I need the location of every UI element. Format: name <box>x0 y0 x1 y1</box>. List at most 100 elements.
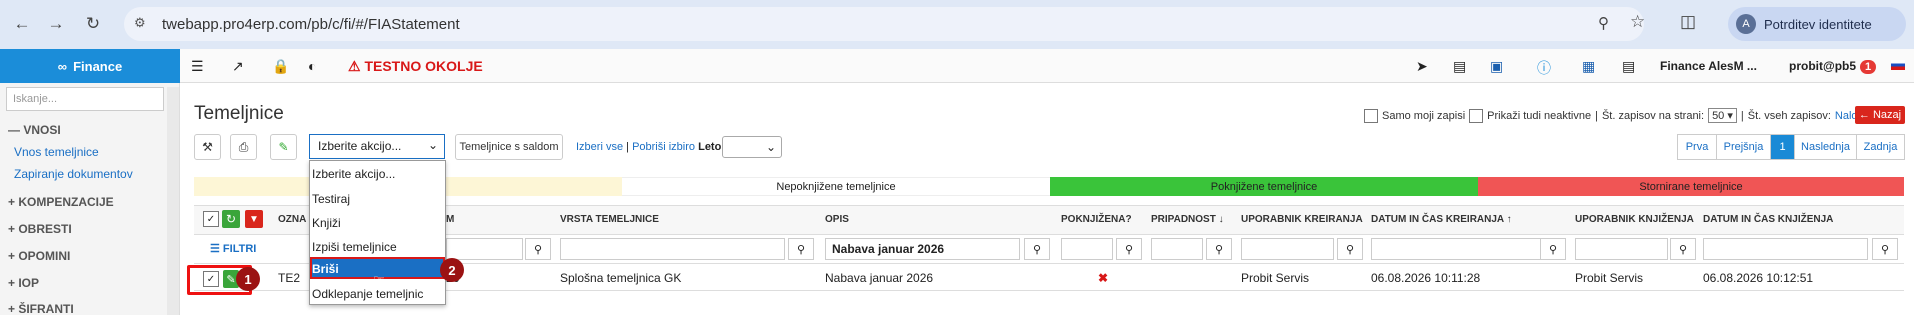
dropdown-item[interactable]: Izpiši temeljnice <box>312 240 397 254</box>
sidebar-section-kompenzacije[interactable]: + KOMPENZACIJE <box>8 195 114 209</box>
prikazi-neaktivne-checkbox[interactable] <box>1469 108 1484 123</box>
samo-moji-checkbox[interactable] <box>1364 108 1378 123</box>
col-uporabnik-kreiranja[interactable]: UPORABNIK KREIRANJA <box>1241 214 1363 225</box>
search-icon[interactable]: ⚲ <box>1337 238 1363 260</box>
year-select[interactable]: ⌄ <box>722 136 782 158</box>
filter-poknjizena-input[interactable] <box>1061 238 1113 260</box>
sidebar-scrollbar[interactable] <box>167 87 179 315</box>
page-current[interactable]: 1 <box>1770 134 1795 160</box>
bookmark-star-icon[interactable]: ☆ <box>1630 12 1645 32</box>
info-icon[interactable]: ⓘ <box>1537 58 1551 78</box>
sidebar-section-sifranti[interactable]: + ŠIFRANTI <box>8 302 74 316</box>
page-title: Temeljnice <box>194 103 284 124</box>
forward-arrow-icon[interactable]: → <box>42 10 70 38</box>
filter-datum-knjizenja-input[interactable] <box>1703 238 1868 260</box>
print-icon[interactable]: ⎙ <box>230 134 257 160</box>
window-icon[interactable]: ▣ <box>1490 58 1503 75</box>
cursor-icon: ☞ <box>373 272 385 287</box>
search-icon[interactable]: ⚲ <box>1670 238 1696 260</box>
page-prev[interactable]: Prejšnja <box>1716 134 1771 160</box>
status-band-cancelled[interactable]: Stornirane temeljnice <box>1478 177 1904 196</box>
wrench-icon[interactable]: ⚒ <box>194 134 221 160</box>
search-icon[interactable]: ⚲ <box>1116 238 1142 260</box>
menu-icon[interactable]: ☰ <box>191 58 204 75</box>
zoom-icon[interactable]: ⚲ <box>1598 14 1609 32</box>
sidebar-section-iop[interactable]: + IOP <box>8 276 39 290</box>
page-first[interactable]: Prva <box>1677 134 1717 160</box>
filter-button[interactable]: ☰ FILTRI <box>210 242 256 255</box>
filter-naziv-input[interactable] <box>446 238 523 260</box>
search-icon[interactable]: ⚲ <box>1872 238 1898 260</box>
col-datum-kreiranja[interactable]: DATUM IN ČAS KREIRANJA ↑ <box>1371 214 1512 225</box>
col-datum-knjizenja[interactable]: DATUM IN ČAS KNJIŽENJA <box>1703 214 1833 225</box>
lock-icon[interactable]: 🔒 <box>272 58 289 75</box>
per-page-label: Št. zapisov na strani: <box>1601 109 1705 122</box>
site-info-icon[interactable]: ⚙ <box>134 15 146 31</box>
back-button[interactable]: ← Nazaj <box>1855 106 1905 124</box>
dropdown-item[interactable]: Knjiži <box>312 216 341 230</box>
status-band-unposted[interactable]: Nepoknjižene temeljnice <box>622 177 1050 196</box>
cell-uporabnik-knjizenja: Probit Servis <box>1575 271 1644 285</box>
flag-icon[interactable] <box>1891 60 1905 70</box>
search-icon[interactable]: ⚲ <box>525 238 551 260</box>
search-icon[interactable]: ⚲ <box>1024 238 1050 260</box>
sidebar-search-input[interactable]: Iskanje... <box>6 87 164 111</box>
identity-button[interactable]: A Potrditev identitete <box>1728 7 1906 41</box>
col-naziv[interactable]: M <box>446 214 454 225</box>
filter-opis-input[interactable]: Nabava januar 2026 <box>825 238 1020 260</box>
section-label: OPOMINI <box>18 249 71 263</box>
section-label: VNOSI <box>23 123 61 137</box>
user-menu[interactable]: probit@pb5 1 <box>1789 59 1877 74</box>
filter-pripadnost-input[interactable] <box>1151 238 1203 260</box>
dropdown-item[interactable]: Odklepanje temeljnic <box>312 287 423 301</box>
filter-uporabnik-kreiranja-input[interactable] <box>1241 238 1334 260</box>
per-page-select[interactable]: 50 ▾ <box>1708 108 1737 123</box>
sidebar-item-zapiranje-dokumentov[interactable]: Zapiranje dokumentov <box>14 167 133 181</box>
send-icon[interactable]: ➤ <box>1416 58 1428 75</box>
url-text: twebapp.pro4erp.com/pb/c/fi/#/FIAStateme… <box>162 16 460 33</box>
filter-uporabnik-knjizenja-input[interactable] <box>1575 238 1668 260</box>
company-selector[interactable]: Finance AlesM ... <box>1660 59 1757 73</box>
select-all-link[interactable]: Izberi vse <box>576 141 623 153</box>
external-link-icon[interactable]: ↗ <box>232 58 244 75</box>
col-uporabnik-knjizenja[interactable]: UPORABNIK KNJIŽENJA <box>1575 214 1694 225</box>
sidebar-section-vnosi[interactable]: — VNOSI <box>8 123 61 137</box>
clear-selection-link[interactable]: Pobriši izbiro <box>632 141 695 153</box>
page-next[interactable]: Naslednja <box>1794 134 1857 160</box>
sidebar-section-opomini[interactable]: + OPOMINI <box>8 249 70 263</box>
register-icon[interactable]: ▤ <box>1453 58 1466 75</box>
reload-icon[interactable]: ↻ <box>79 10 107 38</box>
filter-vrsta-input[interactable] <box>560 238 785 260</box>
step-marker-2: 2 <box>440 258 464 282</box>
refresh-icon[interactable]: ↻ <box>222 210 240 228</box>
col-pripadnost-label: PRIPADNOST <box>1151 214 1216 225</box>
app-brand[interactable]: ∞ Finance <box>0 49 180 83</box>
contrast-icon[interactable]: ◐ <box>308 58 316 74</box>
col-pripadnost[interactable]: PRIPADNOST ↓ <box>1151 214 1224 225</box>
dropdown-item[interactable]: Testiraj <box>312 192 350 206</box>
action-select[interactable]: Izberite akcijo... ⌄ <box>309 134 445 159</box>
search-icon[interactable]: ⚲ <box>1540 238 1566 260</box>
dropdown-item[interactable]: Izberite akcijo... <box>312 167 395 181</box>
back-arrow-icon[interactable]: ← <box>8 10 36 38</box>
search-icon[interactable]: ⚲ <box>788 238 814 260</box>
col-poknjizena[interactable]: POKNJIŽENA? <box>1061 214 1132 225</box>
filter-datum-kreiranja-input[interactable] <box>1371 238 1566 260</box>
filter-icon[interactable]: ▼ <box>245 210 263 228</box>
page-last[interactable]: Zadnja <box>1856 134 1905 160</box>
status-band-posted[interactable]: Poknjižene temeljnice <box>1050 177 1478 196</box>
search-icon[interactable]: ⚲ <box>1206 238 1232 260</box>
book-icon[interactable]: ▦ <box>1582 58 1595 75</box>
extensions-icon[interactable]: ◫ <box>1680 12 1696 32</box>
document-icon[interactable]: ▤ <box>1622 58 1635 75</box>
saldo-button[interactable]: Temeljnice s saldom <box>455 134 563 160</box>
sidebar-section-obresti[interactable]: + OBRESTI <box>8 222 72 236</box>
chevron-down-icon: ⌄ <box>427 138 438 152</box>
col-oznaka[interactable]: OZNA <box>278 214 306 225</box>
col-opis[interactable]: OPIS <box>825 214 849 225</box>
cell-opis: Nabava januar 2026 <box>825 271 934 285</box>
sidebar-item-vnos-temeljnice[interactable]: Vnos temeljnice <box>14 145 99 159</box>
select-all-checkbox[interactable]: ✓ <box>203 211 219 227</box>
edit-icon[interactable]: ✎ <box>270 134 297 160</box>
col-vrsta[interactable]: VRSTA TEMELJNICE <box>560 214 659 225</box>
